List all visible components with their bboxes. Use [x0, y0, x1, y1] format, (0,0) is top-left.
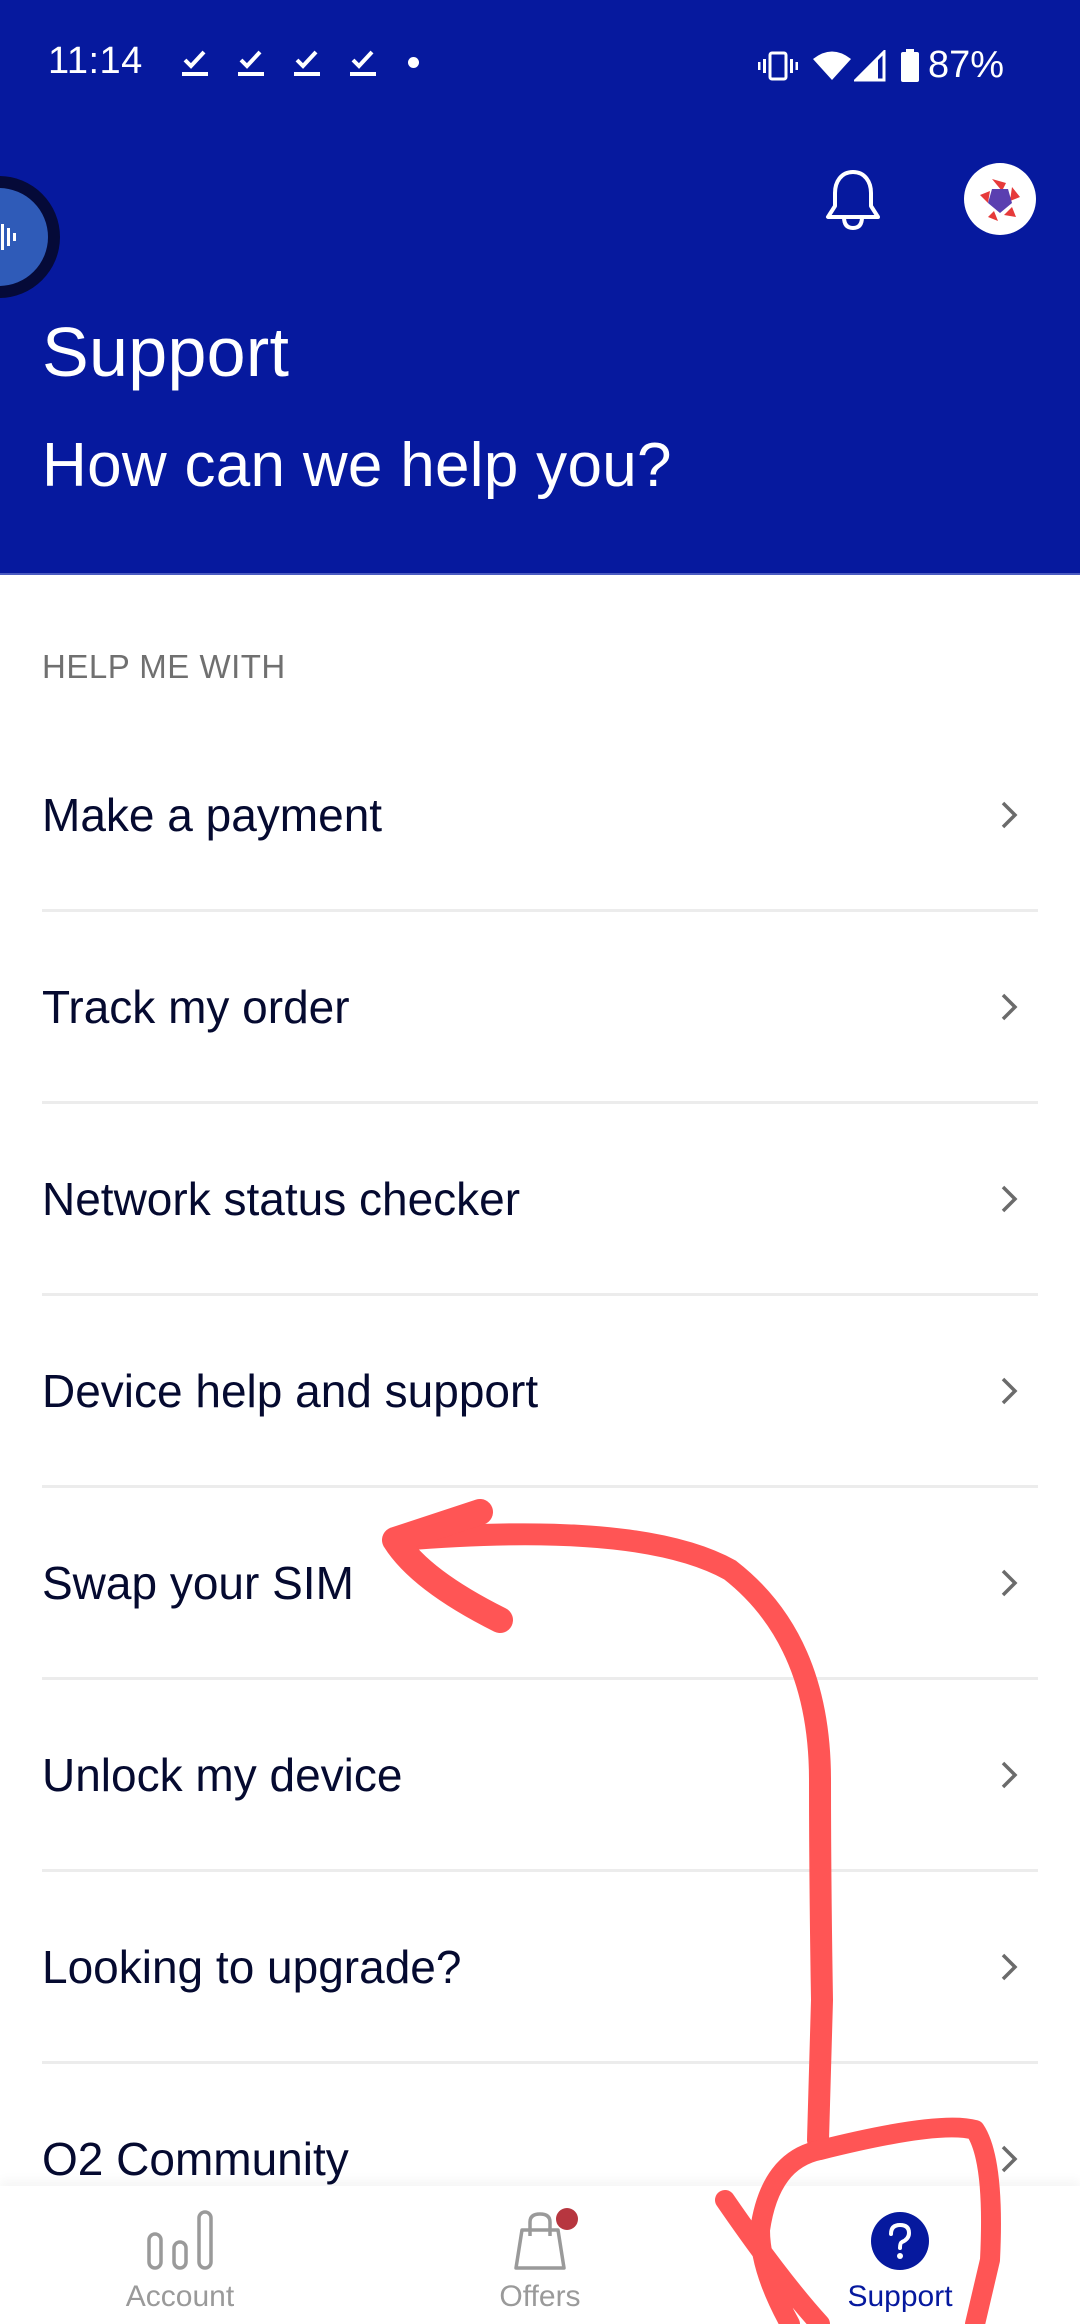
voice-assistant-icon	[1, 224, 16, 250]
nav-label: Support	[847, 2280, 953, 2313]
chevron-right-icon	[1001, 1185, 1018, 1212]
help-item-swap-sim[interactable]: Swap your SIM	[42, 1488, 1038, 1680]
nav-tab-support[interactable]: Support	[720, 2186, 1080, 2324]
vibrate-icon	[757, 51, 798, 80]
help-item-device-help[interactable]: Device help and support	[42, 1296, 1038, 1488]
download-done-icon	[182, 50, 208, 76]
cellular-signal-icon	[853, 49, 886, 81]
notifications-button[interactable]	[822, 166, 884, 232]
bottom-navigation: Account Offers Support	[0, 2186, 1080, 2324]
help-item-label: Swap your SIM	[42, 1556, 354, 1609]
nav-tab-account[interactable]: Account	[0, 2186, 360, 2324]
chevron-right-icon	[1001, 1953, 1018, 1980]
help-item-upgrade[interactable]: Looking to upgrade?	[42, 1872, 1038, 2064]
notification-icons	[180, 46, 419, 78]
nav-label: Offers	[499, 2280, 581, 2313]
help-item-make-payment[interactable]: Make a payment	[42, 720, 1038, 912]
help-item-label: Unlock my device	[42, 1748, 403, 1801]
status-time: 11:14	[48, 40, 143, 82]
battery-percent: 87%	[927, 44, 1004, 86]
help-item-label: Network status checker	[42, 1172, 521, 1225]
download-done-icon	[350, 50, 376, 76]
help-list: Make a payment Track my order Network st…	[42, 720, 1038, 2256]
chevron-right-icon	[1001, 993, 1018, 1020]
help-item-network-status[interactable]: Network status checker	[42, 1104, 1038, 1296]
help-item-label: Looking to upgrade?	[42, 1940, 462, 1993]
help-item-label: Make a payment	[42, 788, 383, 841]
download-done-icon	[294, 50, 320, 76]
status-bar: 11:14 87%	[0, 0, 1080, 130]
chevron-right-icon	[1001, 2145, 1018, 2172]
help-item-label: Track my order	[42, 980, 350, 1033]
help-item-track-order[interactable]: Track my order	[42, 912, 1038, 1104]
bell-icon	[826, 170, 880, 231]
app-header: 11:14 87% Support How can we help you?	[0, 0, 1080, 575]
support-screen: 11:14 87% Support How can we help you? H…	[0, 0, 1080, 2324]
system-icons: 87%	[757, 44, 1080, 87]
section-label: HELP ME WITH	[42, 648, 286, 685]
help-question-icon	[871, 2212, 929, 2270]
chevron-right-icon	[1001, 801, 1018, 828]
account-bars-icon	[147, 2210, 213, 2270]
more-notifications-dot	[408, 56, 419, 68]
download-done-icon	[238, 50, 264, 76]
wifi-icon	[812, 51, 851, 80]
chevron-right-icon	[1001, 1377, 1018, 1404]
help-item-unlock-device[interactable]: Unlock my device	[42, 1680, 1038, 1872]
page-subtitle: How can we help you?	[42, 431, 672, 500]
profile-logo-icon	[980, 179, 1020, 221]
nav-label: Account	[125, 2280, 235, 2313]
profile-avatar[interactable]	[964, 163, 1036, 235]
offers-badge	[556, 2208, 578, 2230]
help-item-label: O2 Community	[42, 2132, 349, 2185]
chevron-right-icon	[1001, 1569, 1018, 1596]
voice-assistant-button[interactable]	[0, 176, 60, 298]
chevron-right-icon	[1001, 1761, 1018, 1788]
help-item-label: Device help and support	[42, 1364, 539, 1417]
nav-tab-offers[interactable]: Offers	[360, 2186, 720, 2324]
page-title: Support	[42, 313, 290, 391]
battery-icon	[900, 48, 919, 82]
